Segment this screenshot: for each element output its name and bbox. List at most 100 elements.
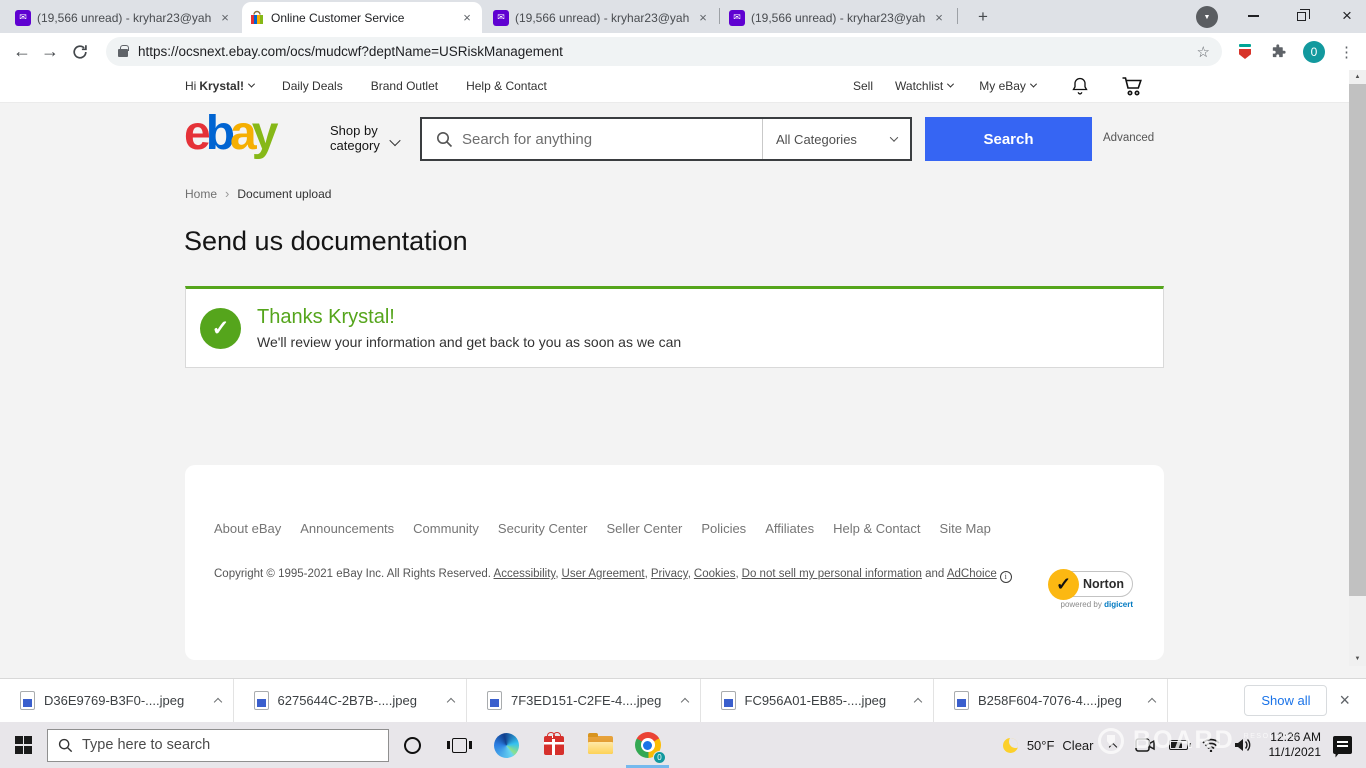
scrollbar-down-arrow[interactable] (1349, 652, 1366, 666)
download-menu-caret-icon[interactable] (213, 698, 221, 706)
shop-by-line2: category (330, 138, 380, 153)
battery-icon[interactable] (1169, 740, 1188, 750)
nav-help-contact[interactable]: Help & Contact (466, 79, 547, 93)
download-item-3[interactable]: 7F3ED151-C2FE-4....jpeg (467, 679, 701, 722)
separator: , (735, 568, 738, 580)
taskbar-search-input[interactable] (82, 737, 378, 753)
download-item-4[interactable]: FC956A01-EB85-....jpeg (701, 679, 935, 722)
download-menu-caret-icon[interactable] (1147, 698, 1155, 706)
tab-close-icon[interactable] (931, 10, 947, 26)
wifi-icon[interactable] (1202, 738, 1220, 752)
footer-link-seller-center[interactable]: Seller Center (607, 521, 683, 536)
volume-icon[interactable] (1234, 738, 1252, 752)
action-center-icon[interactable] (1333, 736, 1352, 754)
gift-app-button[interactable] (530, 722, 577, 768)
new-tab-button[interactable] (972, 6, 994, 28)
download-menu-caret-icon[interactable] (447, 698, 455, 706)
chevron-down-icon (391, 133, 399, 151)
show-all-downloads-button[interactable]: Show all (1244, 685, 1327, 716)
download-menu-caret-icon[interactable] (680, 698, 688, 706)
start-button[interactable] (0, 722, 47, 768)
nav-brand-outlet[interactable]: Brand Outlet (371, 79, 438, 93)
ebay-logo[interactable]: ebay (184, 110, 273, 158)
bookmark-star-icon[interactable] (1197, 43, 1210, 61)
advanced-search-link[interactable]: Advanced (1103, 132, 1154, 144)
tab-close-icon[interactable] (459, 10, 475, 26)
link-do-not-sell[interactable]: Do not sell my personal information (742, 568, 922, 580)
chrome-menu-icon[interactable] (1339, 43, 1354, 61)
scrollbar-thumb[interactable] (1349, 84, 1366, 596)
download-menu-caret-icon[interactable] (914, 698, 922, 706)
window-restore-button[interactable] (1284, 0, 1318, 32)
search-input[interactable] (462, 131, 762, 148)
chrome-button[interactable]: 0 (624, 722, 671, 768)
powered-by-text: powered by (1061, 600, 1102, 609)
link-accessibility[interactable]: Accessibility (494, 568, 556, 580)
adchoice-info-icon[interactable] (1000, 571, 1012, 583)
norton-seal[interactable]: Norton powered by digicert (1053, 571, 1133, 609)
nav-my-ebay[interactable]: My eBay (979, 79, 1036, 93)
cortana-button[interactable] (389, 722, 436, 768)
nav-sell[interactable]: Sell (853, 79, 873, 93)
weather-temperature[interactable]: 50°F (1027, 738, 1055, 753)
footer-link-about[interactable]: About eBay (214, 521, 281, 536)
breadcrumb-home[interactable]: Home (185, 187, 217, 201)
link-cookies[interactable]: Cookies (694, 568, 736, 580)
tab-online-customer-service[interactable]: Online Customer Service (242, 2, 482, 33)
footer-link-policies[interactable]: Policies (701, 521, 746, 536)
notifications-bell-icon[interactable] (1070, 76, 1090, 96)
tab-close-icon[interactable] (217, 10, 233, 26)
meet-now-icon[interactable] (1135, 738, 1155, 752)
footer-link-site-map[interactable]: Site Map (940, 521, 991, 536)
address-bar[interactable] (106, 37, 1222, 66)
download-item-1[interactable]: D36E9769-B3F0-....jpeg (0, 679, 234, 722)
breadcrumb-chevron-icon (225, 186, 229, 201)
file-explorer-button[interactable] (577, 722, 624, 768)
adblock-extension-icon[interactable] (1238, 44, 1252, 59)
edge-button[interactable] (483, 722, 530, 768)
url-input[interactable] (138, 44, 1197, 59)
link-adchoice[interactable]: AdChoice (947, 568, 997, 580)
category-dropdown[interactable]: All Categories (762, 119, 910, 159)
footer-link-community[interactable]: Community (413, 521, 479, 536)
footer-link-help-contact[interactable]: Help & Contact (833, 521, 920, 536)
link-user-agreement[interactable]: User Agreement (562, 568, 645, 580)
reload-button[interactable] (66, 44, 94, 60)
search-button[interactable]: Search (925, 117, 1092, 161)
weather-condition[interactable]: Clear (1062, 738, 1093, 753)
show-hidden-icons-button[interactable] (1110, 738, 1116, 753)
download-item-5[interactable]: B258F604-7076-4....jpeg (934, 679, 1168, 722)
download-item-2[interactable]: 6275644C-2B7B-....jpeg (234, 679, 468, 722)
page-scrollbar[interactable] (1349, 70, 1366, 666)
back-button[interactable] (8, 41, 36, 62)
task-view-button[interactable] (436, 722, 483, 768)
tab-title: Online Customer Service (271, 11, 453, 25)
tab-yahoo-mail-1[interactable]: (19,566 unread) - kryhar23@yaho (8, 2, 240, 33)
window-close-button[interactable] (1330, 0, 1364, 32)
profile-avatar[interactable]: 0 (1303, 41, 1325, 63)
tab-yahoo-mail-2[interactable]: (19,566 unread) - kryhar23@yaho (486, 2, 718, 33)
digicert-label: digicert (1104, 600, 1133, 609)
footer-link-affiliates[interactable]: Affiliates (765, 521, 814, 536)
taskbar-clock[interactable]: 12:26 AM 11/1/2021 (1269, 730, 1322, 760)
forward-button[interactable] (36, 41, 64, 62)
yahoo-mail-icon (729, 10, 745, 26)
greeting-menu[interactable]: Hi Krystal! (185, 79, 254, 93)
close-downloads-bar-icon[interactable] (1339, 690, 1350, 711)
footer-link-security-center[interactable]: Security Center (498, 521, 588, 536)
nav-watchlist[interactable]: Watchlist (895, 79, 953, 93)
shop-by-category-menu[interactable]: Shop by category (330, 123, 380, 153)
extensions-puzzle-icon[interactable] (1270, 43, 1287, 60)
link-privacy[interactable]: Privacy (651, 568, 688, 580)
lock-icon[interactable] (118, 49, 128, 57)
nav-daily-deals[interactable]: Daily Deals (282, 79, 343, 93)
window-minimize-button[interactable] (1236, 0, 1270, 32)
tab-yahoo-mail-3[interactable]: (19,566 unread) - kryhar23@yaho (722, 2, 954, 33)
weather-moon-icon[interactable] (1003, 738, 1018, 753)
media-control-icon[interactable] (1196, 6, 1218, 28)
tab-close-icon[interactable] (695, 10, 711, 26)
scrollbar-up-arrow[interactable] (1349, 70, 1366, 84)
taskbar-search-box[interactable] (47, 729, 389, 762)
cart-icon[interactable] (1120, 75, 1145, 97)
footer-link-announcements[interactable]: Announcements (300, 521, 394, 536)
